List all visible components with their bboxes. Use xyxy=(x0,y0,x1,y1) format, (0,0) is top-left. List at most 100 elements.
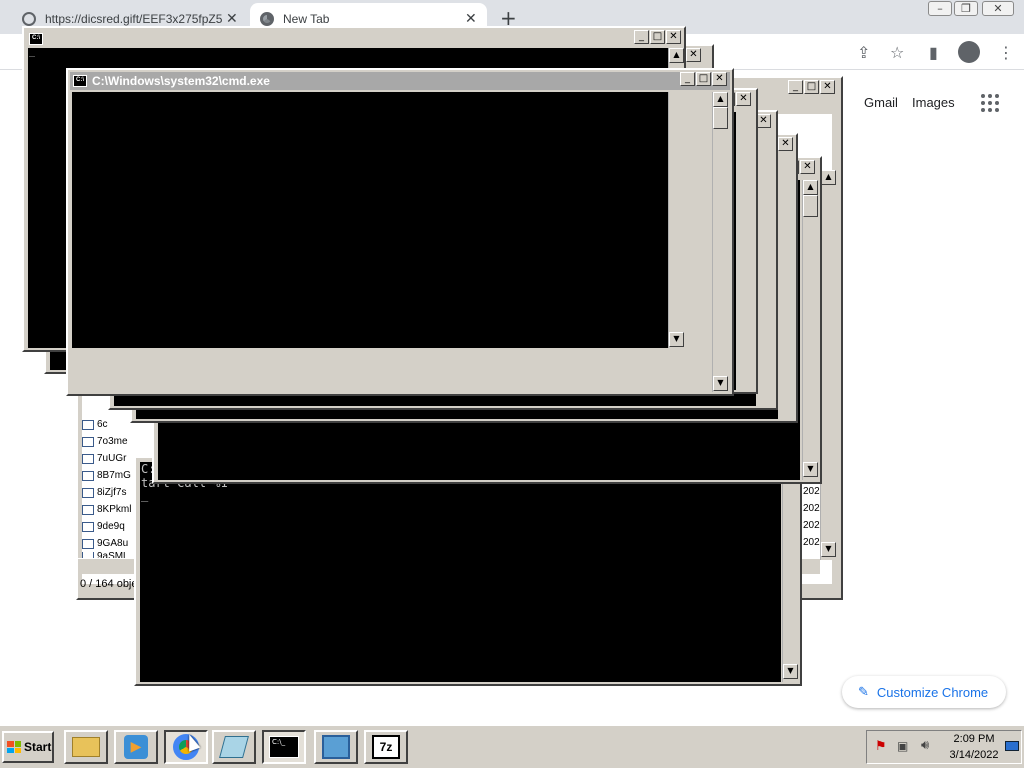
explorer-taskbar-button[interactable] xyxy=(64,730,108,764)
cmd-vscrollbar[interactable]: ▼ xyxy=(782,462,798,682)
clock-date: 3/14/2022 xyxy=(949,749,999,761)
7zip-taskbar-button[interactable]: 7z xyxy=(364,730,408,764)
windows-logo-icon xyxy=(7,741,21,753)
list-item[interactable]: 8iZjf7s xyxy=(82,484,142,501)
close-button[interactable]: ✕ xyxy=(756,114,771,128)
media-player-icon: ▶ xyxy=(124,735,148,759)
cmd-icon: C:\_ xyxy=(269,736,299,758)
explorer-file-list: 6c 7o3me 7uUGr 8B7mG 8iZjf7s 8KPkml 9de9… xyxy=(82,416,142,560)
file-icon xyxy=(82,453,94,464)
list-item[interactable]: 9GA8u xyxy=(82,535,142,552)
network-icon[interactable]: ▣ xyxy=(897,739,908,753)
cmd-taskbar-button[interactable]: C:\_ xyxy=(262,730,306,764)
notepad-icon xyxy=(219,736,249,758)
show-desktop-icon[interactable] xyxy=(1005,741,1019,751)
start-label: Start xyxy=(24,740,52,754)
notepad-taskbar-button[interactable] xyxy=(212,730,256,764)
cmd-window-active[interactable]: C:\ C:\Windows\system32\cmd.exe _ □ ✕ ▼ … xyxy=(66,68,734,396)
minimize-button[interactable]: _ xyxy=(680,72,695,86)
volume-icon[interactable]: 🔊︎ xyxy=(921,738,929,753)
list-item[interactable]: 8B7mG xyxy=(82,467,142,484)
control-panel-icon xyxy=(322,735,350,759)
kebab-menu-icon[interactable]: ⋮ xyxy=(998,43,1014,62)
restore-button[interactable]: ❐ xyxy=(954,1,978,16)
cmd-window-bottom[interactable]: ▼ xyxy=(134,456,802,686)
window-buttons: _ □ ✕ xyxy=(680,72,727,86)
control-panel-taskbar-button[interactable] xyxy=(314,730,358,764)
list-item[interactable]: 7o3me xyxy=(82,433,142,450)
file-icon xyxy=(82,504,94,515)
scroll-down-arrow[interactable]: ▼ xyxy=(669,332,684,347)
console-area[interactable] xyxy=(72,92,668,348)
list-item[interactable]: 7uUGr xyxy=(82,450,142,467)
console-area[interactable] xyxy=(140,462,781,682)
scroll-thumb[interactable] xyxy=(803,195,818,217)
file-icon xyxy=(82,487,94,498)
close-button[interactable]: ✕ xyxy=(820,80,835,94)
scroll-up-arrow[interactable]: ▲ xyxy=(803,180,818,195)
maximize-button[interactable]: □ xyxy=(650,30,665,44)
explorer-vscrollbar[interactable]: ▲ ▼ xyxy=(820,170,836,560)
console-cursor: _ xyxy=(141,488,149,502)
cmd-vscrollbar[interactable]: ▲ ▼ xyxy=(802,180,818,480)
maximize-button[interactable]: □ xyxy=(696,72,711,86)
taskbar-clock[interactable]: 2:09 PM 3/14/2022 xyxy=(944,731,1004,763)
scroll-down-arrow[interactable]: ▼ xyxy=(713,376,728,391)
scroll-thumb[interactable] xyxy=(713,107,728,129)
console-cursor: _ xyxy=(29,46,36,57)
explorer-status-bar: 0 / 164 obje xyxy=(80,578,138,590)
close-tab-icon[interactable]: ✕ xyxy=(465,10,477,27)
apps-grid-icon[interactable] xyxy=(981,94,999,112)
file-icon xyxy=(82,436,94,447)
minimize-button[interactable]: _ xyxy=(634,30,649,44)
scroll-down-arrow[interactable]: ▼ xyxy=(783,664,798,679)
close-button[interactable]: ✕ xyxy=(712,72,727,86)
close-button[interactable]: ✕ xyxy=(778,137,793,151)
file-icon xyxy=(82,538,94,549)
date-cell: 202 xyxy=(803,503,820,514)
scroll-down-arrow[interactable]: ▼ xyxy=(803,462,818,477)
customize-chrome-button[interactable]: ✎ Customize Chrome xyxy=(842,676,1006,708)
close-window-button[interactable]: ✕ xyxy=(982,1,1014,16)
cmd-vscrollbar-outer[interactable]: ▲ ▼ xyxy=(712,92,728,392)
images-link[interactable]: Images xyxy=(912,95,955,110)
share-icon[interactable]: ⇪ xyxy=(857,43,870,62)
customize-chrome-label: Customize Chrome xyxy=(876,684,989,700)
window-title: C:\Windows\system32\cmd.exe xyxy=(92,74,270,88)
side-panel-icon[interactable]: ▮ xyxy=(929,43,938,62)
window-buttons: _ □ ✕ xyxy=(634,30,681,44)
date-cell: 202 xyxy=(803,520,820,531)
window-buttons: ✕ xyxy=(686,48,701,62)
start-button[interactable]: Start xyxy=(2,731,54,763)
scroll-up-arrow[interactable]: ▲ xyxy=(669,48,684,63)
scroll-down-arrow[interactable]: ▼ xyxy=(821,542,836,557)
close-tab-icon[interactable]: ✕ xyxy=(226,10,238,27)
scroll-up-arrow[interactable]: ▲ xyxy=(821,170,836,185)
media-player-taskbar-button[interactable]: ▶ xyxy=(114,730,158,764)
cmd-icon: C:\ xyxy=(29,33,43,45)
scroll-up-arrow[interactable]: ▲ xyxy=(713,92,728,107)
globe-icon xyxy=(22,11,36,26)
chrome-icon xyxy=(260,11,274,26)
profile-avatar-icon[interactable] xyxy=(958,41,980,63)
file-icon xyxy=(82,470,94,481)
gmail-link[interactable]: Gmail xyxy=(864,95,898,110)
minimize-button[interactable]: – xyxy=(928,1,952,16)
date-cell: 202 xyxy=(803,486,820,497)
list-item[interactable]: 8KPkml xyxy=(82,501,142,518)
list-item[interactable]: 9de9q xyxy=(82,518,142,535)
star-icon[interactable]: ☆ xyxy=(890,43,904,62)
action-center-flag-icon[interactable]: ⚑ xyxy=(875,739,887,754)
cmd-icon: C:\ xyxy=(73,75,87,87)
close-button[interactable]: ✕ xyxy=(800,160,815,174)
close-button[interactable]: ✕ xyxy=(666,30,681,44)
explorer-window-buttons: _ □ ✕ xyxy=(788,80,835,94)
close-button[interactable]: ✕ xyxy=(736,92,751,106)
maximize-button[interactable]: □ xyxy=(804,80,819,94)
cmd-vscrollbar[interactable]: ▼ xyxy=(668,92,684,348)
pencil-icon: ✎ xyxy=(858,684,869,699)
close-button[interactable]: ✕ xyxy=(686,48,701,62)
minimize-button[interactable]: _ xyxy=(788,80,803,94)
date-column: 202 202 202 202 xyxy=(803,486,820,554)
taskbar: Start ▶ C:\_ 7z ⚑ ▣ 🔊︎ xyxy=(0,724,1024,768)
